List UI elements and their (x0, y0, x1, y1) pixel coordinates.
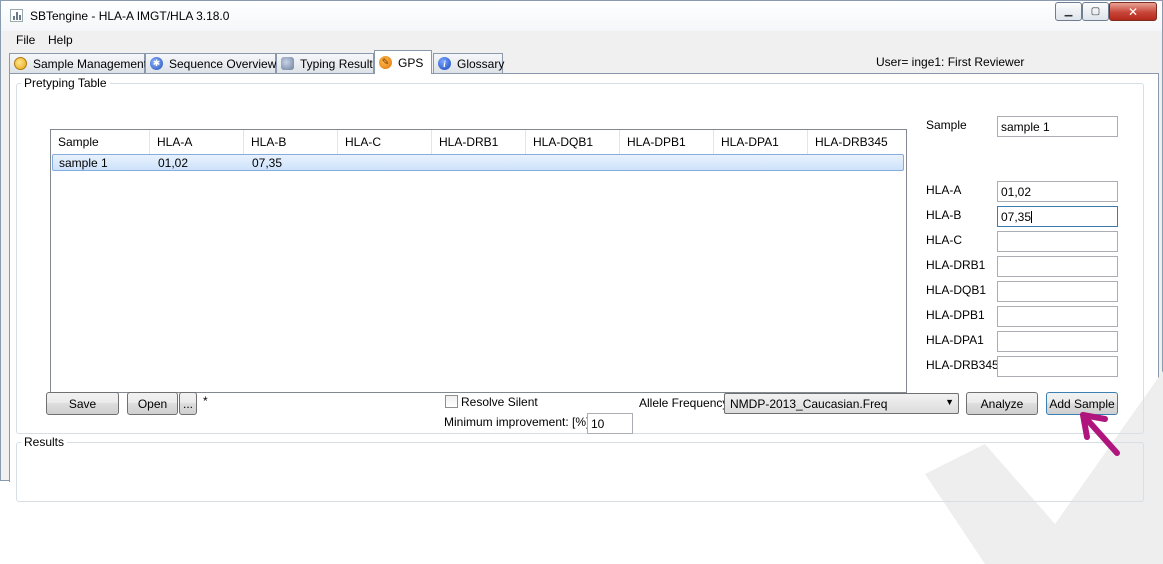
grid-header: Sample HLA-A HLA-B HLA-C HLA-DRB1 HLA-DQ… (51, 130, 906, 154)
sample-field[interactable]: sample 1 (997, 116, 1118, 137)
hla-b-label: HLA-B (926, 208, 962, 222)
window-title: SBTengine - HLA-A IMGT/HLA 3.18.0 (30, 9, 230, 23)
analyze-button[interactable]: Analyze (966, 392, 1038, 415)
browse-button[interactable]: ... (179, 392, 197, 415)
column-header-hla-c[interactable]: HLA-C (338, 130, 432, 154)
table-row[interactable]: sample 1 01,02 07,35 (52, 154, 904, 171)
app-window: SBTengine - HLA-A IMGT/HLA 3.18.0 ▁ ▢ ✕ … (0, 0, 1163, 564)
text-caret (1031, 211, 1033, 223)
hla-a-field[interactable]: 01,02 (997, 181, 1118, 202)
cell-sample: sample 1 (59, 156, 108, 170)
gps-icon: ✎ (379, 56, 392, 69)
hla-dqb1-field[interactable] (997, 281, 1118, 302)
hla-dqb1-label: HLA-DQB1 (926, 283, 987, 297)
results-group: Results (16, 435, 1144, 502)
save-button[interactable]: Save (46, 392, 119, 415)
resolve-silent-checkbox[interactable] (445, 395, 458, 408)
pretyping-table-group: Pretyping Table Sample HLA-A HLA-B HLA-C… (16, 76, 1144, 434)
hla-drb1-field[interactable] (997, 256, 1118, 277)
results-title: Results (21, 435, 68, 449)
tab-sample-management[interactable]: Sample Management (9, 53, 148, 73)
tab-gps[interactable]: ✎ GPS (374, 50, 432, 74)
sample-management-icon (14, 57, 27, 70)
tab-label: Sample Management (33, 56, 148, 71)
maximize-button[interactable]: ▢ (1082, 2, 1109, 21)
cell-hla-b: 07,35 (252, 156, 283, 170)
tab-label: Glossary (457, 56, 505, 71)
app-icon (10, 9, 23, 22)
cell-hla-a: 01,02 (158, 156, 189, 170)
hla-c-field[interactable] (997, 231, 1118, 252)
open-button[interactable]: Open (127, 392, 178, 415)
hla-drb345-field[interactable] (997, 356, 1118, 377)
typing-result-icon (281, 57, 294, 70)
modified-indicator: * (203, 394, 208, 408)
glossary-icon: i (438, 57, 451, 70)
pointer-arrow-icon (1080, 412, 1120, 456)
tab-glossary[interactable]: i Glossary (433, 53, 505, 73)
column-header-hla-drb345[interactable]: HLA-DRB345 (808, 130, 907, 154)
sequence-overview-icon: ✱ (150, 57, 163, 70)
tab-label: GPS (398, 55, 424, 70)
hla-drb1-label: HLA-DRB1 (926, 258, 986, 272)
allele-frequency-dropdown[interactable]: NMDP-2013_Caucasian.Freq ▼ (724, 393, 959, 414)
hla-dpb1-label: HLA-DPB1 (926, 308, 985, 322)
pretyping-table-title: Pretyping Table (21, 76, 110, 90)
menu-help[interactable]: Help (48, 33, 73, 47)
sample-label: Sample (926, 118, 967, 132)
hla-dpa1-label: HLA-DPA1 (926, 333, 984, 347)
column-header-hla-dpb1[interactable]: HLA-DPB1 (620, 130, 714, 154)
user-label: User= inge1: First Reviewer (876, 55, 1025, 69)
min-improvement-label: Minimum improvement: [%] (444, 415, 590, 429)
tab-label: Sequence Overview (169, 56, 277, 71)
column-header-hla-b[interactable]: HLA-B (244, 130, 338, 154)
tab-sequence-overview[interactable]: ✱ Sequence Overview (145, 53, 276, 73)
hla-b-field[interactable]: 07,35 (997, 206, 1118, 227)
hla-dpa1-field[interactable] (997, 331, 1118, 352)
column-header-sample[interactable]: Sample (51, 130, 150, 154)
column-header-hla-dpa1[interactable]: HLA-DPA1 (714, 130, 808, 154)
gps-panel: Pretyping Table Sample HLA-A HLA-B HLA-C… (9, 73, 1163, 564)
menu-bar: File Help (2, 31, 1161, 50)
hla-c-label: HLA-C (926, 233, 963, 247)
column-header-hla-dqb1[interactable]: HLA-DQB1 (526, 130, 620, 154)
minimize-button[interactable]: ▁ (1055, 2, 1082, 21)
allele-frequency-label: Allele Frequency: (639, 396, 732, 410)
hla-b-value: 07,35 (1001, 210, 1032, 224)
close-button[interactable]: ✕ (1109, 2, 1157, 21)
chevron-down-icon: ▼ (945, 397, 954, 407)
allele-frequency-value: NMDP-2013_Caucasian.Freq (730, 397, 888, 411)
min-improvement-field[interactable]: 10 (587, 413, 633, 434)
title-bar: SBTengine - HLA-A IMGT/HLA 3.18.0 ▁ ▢ ✕ (1, 1, 1162, 31)
hla-drb345-label: HLA-DRB345 (926, 358, 999, 372)
tab-typing-result[interactable]: Typing Result (276, 53, 374, 73)
column-header-hla-drb1[interactable]: HLA-DRB1 (432, 130, 526, 154)
menu-file[interactable]: File (16, 33, 35, 47)
pretyping-grid[interactable]: Sample HLA-A HLA-B HLA-C HLA-DRB1 HLA-DQ… (50, 129, 907, 393)
hla-dpb1-field[interactable] (997, 306, 1118, 327)
hla-a-label: HLA-A (926, 183, 962, 197)
column-header-hla-a[interactable]: HLA-A (150, 130, 244, 154)
tab-label: Typing Result (300, 56, 373, 71)
resolve-silent-label[interactable]: Resolve Silent (461, 395, 538, 409)
